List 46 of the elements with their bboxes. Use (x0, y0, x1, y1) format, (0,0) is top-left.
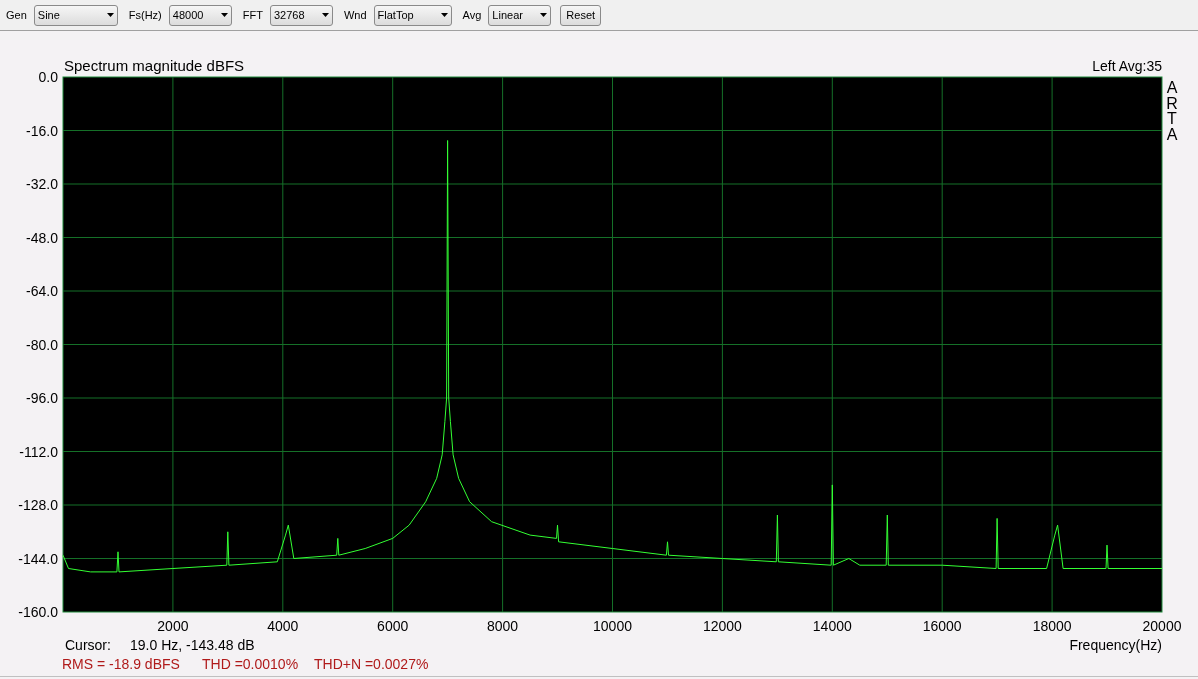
channel-info: Left Avg:35 (1092, 58, 1162, 74)
y-tick-label: -112.0 (19, 443, 58, 460)
dropdown[interactable]: Linear (488, 4, 552, 26)
x-tick-label: 4000 (267, 618, 299, 634)
y-tick-label: -48.0 (26, 229, 58, 246)
y-tick-label: -32.0 (26, 176, 58, 192)
reset-button[interactable]: Reset (560, 4, 602, 26)
side-label: ARTA (1166, 79, 1178, 143)
y-tick-label: -16.0 (26, 122, 58, 139)
x-tick-label: 8000 (487, 618, 519, 634)
field-label: Avg (462, 7, 482, 23)
y-tick-label: -96.0 (26, 390, 58, 406)
field-label: FFT (242, 7, 263, 23)
caret-icon (220, 13, 228, 17)
x-tick-label: 20000 (1142, 618, 1182, 634)
x-tick-label: 18000 (1032, 618, 1072, 634)
dropdown[interactable]: Sine (33, 4, 118, 26)
caret-icon (540, 13, 548, 17)
y-tick-label: 0.0 (38, 69, 58, 85)
dropdown[interactable]: 48000 (168, 4, 232, 26)
cursor-label: Cursor: (65, 637, 111, 653)
measurement-text: THD =0.0010% (202, 656, 299, 672)
chart-title: Spectrum magnitude dBFS (64, 57, 245, 74)
x-tick-label: 10000 (593, 618, 632, 634)
y-tick-label: -64.0 (26, 283, 58, 299)
field-label: Wnd (343, 7, 367, 23)
measurement-text: THD+N =0.0027% (314, 656, 429, 672)
y-tick-label: -144.0 (18, 550, 58, 567)
caret-icon (440, 13, 448, 17)
y-tick-label: -80.0 (26, 336, 58, 353)
x-tick-label: 2000 (157, 618, 189, 634)
y-tick-label: -128.0 (18, 497, 58, 513)
dropdown[interactable]: FlatTop (373, 4, 452, 26)
x-tick-label: 14000 (812, 618, 852, 634)
caret-icon (321, 13, 329, 17)
y-tick-label: -160.0 (18, 604, 58, 620)
measurement-text: RMS = -18.9 dBFS (62, 656, 180, 672)
field-label: Gen (6, 7, 27, 23)
x-tick-label: 6000 (377, 618, 409, 634)
x-tick-label: 16000 (922, 618, 962, 634)
dropdown[interactable]: 32768 (269, 4, 333, 26)
x-tick-label: 12000 (702, 618, 742, 634)
caret-icon (106, 13, 114, 17)
x-axis-label: Frequency(Hz) (1069, 637, 1162, 653)
field-label: Fs(Hz) (128, 7, 162, 23)
cursor-value: 19.0 Hz, -143.48 dB (130, 637, 255, 653)
